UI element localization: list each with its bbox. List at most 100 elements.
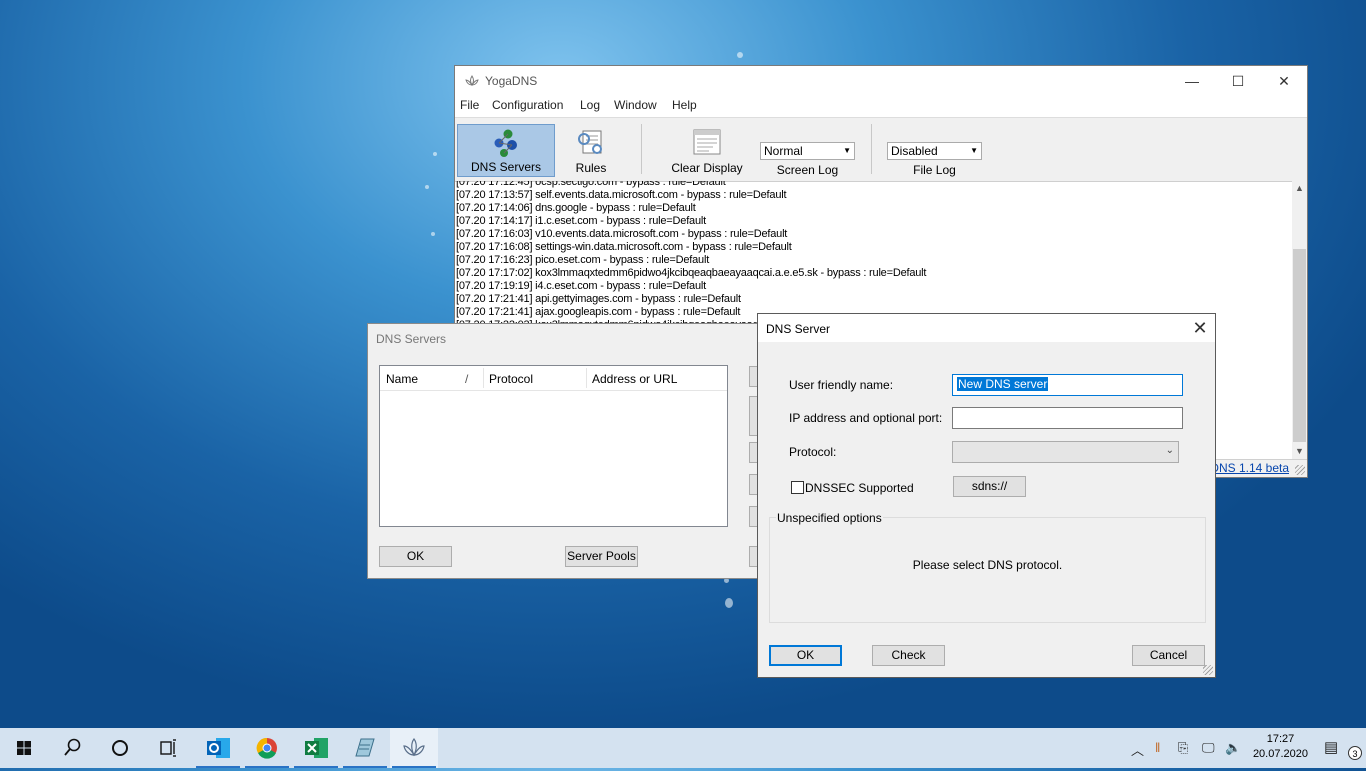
chrome-taskbar-button[interactable] <box>243 728 291 768</box>
taskbar-clock[interactable]: 17:27 20.07.2020 <box>1253 732 1308 762</box>
server-ok-button[interactable]: OK <box>769 645 842 666</box>
protocol-label: Protocol: <box>789 445 837 459</box>
sdns-button[interactable]: sdns:// <box>953 476 1026 497</box>
chevron-down-icon: ⌄ <box>1165 445 1174 456</box>
close-button[interactable]: ✕ <box>1261 66 1307 96</box>
server-pools-button[interactable]: Server Pools <box>565 546 638 567</box>
list-header: Name / Protocol Address or URL <box>380 366 727 391</box>
protocol-select[interactable]: ⌄ <box>952 441 1179 463</box>
dns-servers-list[interactable]: Name / Protocol Address or URL <box>379 365 728 527</box>
show-hidden-icons-chevron-icon[interactable]: ︿ <box>1131 740 1144 759</box>
action-center-icon[interactable]: ▤ <box>1324 738 1338 756</box>
yogadns-logo-icon <box>465 75 479 86</box>
rules-label: Rules <box>575 161 607 175</box>
toolbar: DNS Servers Rules Clear Display Normal ▼… <box>455 117 1307 182</box>
excel-icon <box>305 738 328 758</box>
column-address[interactable]: Address or URL <box>592 372 677 386</box>
rules-icon <box>578 130 602 154</box>
screen-log-select[interactable]: Normal ▼ <box>760 142 855 160</box>
main-window-title: YogaDNS <box>485 74 538 88</box>
yogadns-lotus-icon <box>403 737 425 757</box>
menu-file[interactable]: File <box>460 98 479 112</box>
menu-help[interactable]: Help <box>672 98 697 112</box>
network-adapter-icon[interactable]: ⎘ <box>1178 740 1188 756</box>
maximize-button[interactable]: ☐ <box>1215 66 1261 96</box>
friendly-name-input[interactable]: New DNS server <box>952 374 1183 396</box>
log-line: [07.20 17:16:08] settings-win.data.micro… <box>456 241 792 253</box>
toolbar-separator <box>641 124 642 174</box>
search-icon <box>64 738 81 756</box>
dialog-close-icon[interactable]: ✕ <box>1185 314 1215 342</box>
scroll-down-icon[interactable]: ▼ <box>1292 444 1307 459</box>
notification-count-badge: 3 <box>1348 746 1362 760</box>
dns-servers-label: DNS Servers <box>470 160 541 174</box>
tray-app-icon[interactable]: ‖ <box>1155 740 1160 755</box>
column-divider[interactable] <box>483 368 484 388</box>
resize-grip-icon[interactable] <box>1295 465 1305 475</box>
notepad-taskbar-button[interactable] <box>341 728 389 768</box>
dns-server-titlebar[interactable]: DNS Server ✕ <box>758 314 1215 342</box>
screen-log-value: Normal <box>764 144 803 158</box>
task-view-icon <box>160 739 176 757</box>
log-line: [07.20 17:17:02] kox3lmmaqxtedmm6pidwo4j… <box>456 267 927 279</box>
dropdown-arrow-icon: ▼ <box>970 146 978 155</box>
excel-taskbar-button[interactable] <box>292 728 340 768</box>
task-view-button[interactable] <box>144 728 192 768</box>
network-icon[interactable]: 🖵 <box>1202 740 1215 756</box>
dns-servers-dialog: DNS Servers Name / Protocol Address or U… <box>367 323 765 579</box>
resize-grip-icon[interactable] <box>1203 665 1213 675</box>
clear-display-icon <box>693 129 721 155</box>
column-divider[interactable] <box>586 368 587 388</box>
check-button[interactable]: Check <box>872 645 945 666</box>
notepad-icon <box>355 738 375 757</box>
ip-address-label: IP address and optional port: <box>789 411 943 425</box>
yogadns-taskbar-button[interactable] <box>390 728 438 768</box>
column-protocol[interactable]: Protocol <box>489 372 533 386</box>
menu-window[interactable]: Window <box>614 98 657 112</box>
unspecified-options-title: Unspecified options <box>776 511 883 525</box>
menu-configuration[interactable]: Configuration <box>492 98 563 112</box>
ip-address-input[interactable] <box>952 407 1183 429</box>
volume-icon[interactable]: 🔈 <box>1225 740 1241 756</box>
scroll-up-icon[interactable]: ▲ <box>1292 181 1307 196</box>
dropdown-arrow-icon: ▼ <box>843 146 851 155</box>
log-line: [07.20 17:16:23] pico.eset.com - bypass … <box>456 254 710 266</box>
select-protocol-message: Please select DNS protocol. <box>912 558 1063 572</box>
log-line: [07.20 17:12:45] ocsp.sectigo.com - bypa… <box>456 181 726 188</box>
screen-log-label: Screen Log <box>776 163 839 177</box>
start-button[interactable] <box>0 728 48 768</box>
dns-servers-button[interactable]: DNS Servers <box>457 124 555 177</box>
clock-date: 20.07.2020 <box>1252 748 1308 760</box>
cortana-button[interactable] <box>96 728 144 768</box>
taskbar: ︿ ‖ ⎘ 🖵 🔈 17:27 20.07.2020 ▤ 3 <box>0 728 1366 768</box>
chrome-icon <box>256 737 277 759</box>
main-titlebar[interactable]: YogaDNS — ☐ ✕ <box>455 66 1307 96</box>
windows-logo-icon <box>17 741 31 755</box>
clock-time: 17:27 <box>1266 733 1295 745</box>
log-scrollbar[interactable]: ▲ ▼ <box>1292 181 1307 459</box>
clear-display-label: Clear Display <box>671 161 743 175</box>
minimize-button[interactable]: — <box>1169 66 1215 96</box>
dns-servers-icon <box>494 129 517 157</box>
search-button[interactable] <box>48 728 96 768</box>
servers-ok-button[interactable]: OK <box>379 546 452 567</box>
outlook-taskbar-button[interactable] <box>194 728 242 768</box>
clear-display-button[interactable]: Clear Display <box>667 124 747 177</box>
cancel-button[interactable]: Cancel <box>1132 645 1205 666</box>
log-line: [07.20 17:14:17] i1.c.eset.com - bypass … <box>456 215 706 227</box>
file-log-select[interactable]: Disabled ▼ <box>887 142 982 160</box>
outlook-icon <box>207 738 230 758</box>
dnssec-label[interactable]: DNSSEC Supported <box>805 481 914 495</box>
cortana-icon <box>112 740 128 756</box>
friendly-name-label: User friendly name: <box>789 378 894 392</box>
menu-log[interactable]: Log <box>580 98 600 112</box>
dnssec-checkbox[interactable] <box>791 481 804 494</box>
log-line: [07.20 17:14:06] dns.google - bypass : r… <box>456 202 696 214</box>
log-line: [07.20 17:13:57] self.events.data.micros… <box>456 189 787 201</box>
dns-server-dialog: DNS Server ✕ User friendly name: New DNS… <box>757 313 1216 678</box>
log-line: [07.20 17:21:41] api.gettyimages.com - b… <box>456 293 741 305</box>
scroll-thumb[interactable] <box>1293 249 1306 442</box>
column-name[interactable]: Name <box>386 372 418 386</box>
dns-server-dialog-title: DNS Server <box>766 322 831 336</box>
rules-button[interactable]: Rules <box>563 124 619 177</box>
